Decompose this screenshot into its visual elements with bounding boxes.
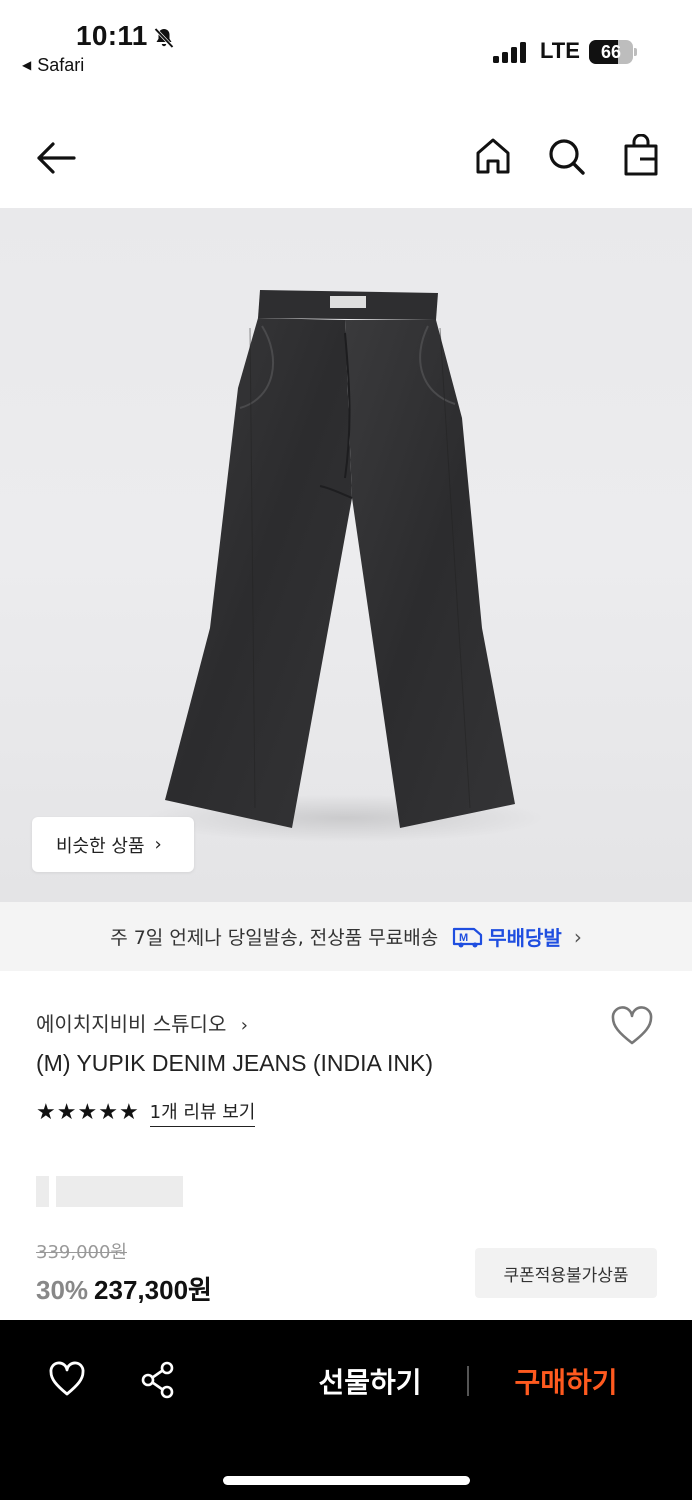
shipping-text: 주 7일 언제나 당일발송, 전상품 무료배송: [110, 927, 439, 949]
chevron-right-icon: ›: [240, 1015, 248, 1036]
shipping-banner[interactable]: 주 7일 언제나 당일발송, 전상품 무료배송 M 무배당발 ›: [0, 902, 692, 971]
gift-button[interactable]: 선물하기: [300, 1360, 440, 1406]
price-row: 30% 237,300원: [36, 1270, 212, 1307]
star-icon: ★: [118, 1099, 139, 1125]
bottom-action-bar: 선물하기 구매하기: [0, 1320, 692, 1500]
discount-rate: 30%: [36, 1275, 89, 1305]
review-link[interactable]: 1개 리뷰 보기: [149, 1098, 256, 1127]
star-icon: ★: [36, 1099, 56, 1125]
home-icon[interactable]: [474, 136, 512, 176]
original-price: 339,000원: [36, 1242, 127, 1263]
loading-placeholder: [56, 1176, 183, 1207]
back-to-app-link[interactable]: ◀ Safari: [22, 55, 84, 76]
star-rating: ★ ★ ★ ★ ★: [36, 1099, 140, 1125]
free-shipping-badge: M 무배당발: [452, 922, 562, 951]
rating-row: ★ ★ ★ ★ ★ 1개 리뷰 보기: [36, 1098, 256, 1127]
share-icon[interactable]: [139, 1360, 177, 1400]
similar-products-button[interactable]: 비슷한 상품 ›: [32, 817, 194, 872]
home-indicator[interactable]: [223, 1476, 470, 1485]
chevron-right-icon: ›: [154, 834, 162, 855]
coupon-unavailable-tag: 쿠폰적용불가상품: [475, 1248, 657, 1298]
free-shipping-label: 무배당발: [488, 926, 562, 950]
network-type: LTE: [540, 38, 580, 63]
buy-button[interactable]: 구매하기: [496, 1360, 636, 1406]
battery-icon: 66: [589, 40, 633, 64]
loading-placeholder: [36, 1176, 49, 1207]
heart-icon[interactable]: [47, 1360, 87, 1400]
truck-m-icon: M: [453, 927, 483, 947]
star-icon: ★: [77, 1099, 98, 1125]
star-icon: ★: [56, 1099, 77, 1125]
jeans-photo: [145, 290, 545, 842]
arrow-left-icon[interactable]: [34, 138, 78, 178]
product-image[interactable]: 비슷한 상품 ›: [0, 208, 692, 902]
bell-muted-icon: [154, 27, 174, 49]
brand-name: 에이치지비비 스튜디오: [36, 1012, 227, 1036]
divider: [467, 1366, 469, 1396]
brand-link[interactable]: 에이치지비비 스튜디오 ›: [36, 1008, 248, 1037]
svg-text:M: M: [459, 932, 468, 944]
product-title: (M) YUPIK DENIM JEANS (INDIA INK): [36, 1050, 434, 1076]
battery-level: 66: [600, 42, 622, 62]
chevron-right-icon: ›: [573, 924, 582, 949]
search-icon[interactable]: [546, 136, 588, 178]
shopping-bag-icon[interactable]: [622, 134, 660, 178]
status-time: 10:11: [76, 20, 148, 51]
back-app-label: Safari: [37, 55, 85, 75]
status-bar: 10:11 ◀ Safari LTE 66: [0, 0, 692, 90]
back-triangle-icon: ◀: [22, 58, 32, 72]
sale-price: 237,300원: [94, 1275, 212, 1305]
similar-products-label: 비슷한 상품: [56, 835, 145, 857]
heart-outline-icon[interactable]: [609, 1005, 655, 1047]
cellular-signal-icon: [493, 41, 527, 63]
star-icon: ★: [98, 1099, 118, 1125]
top-nav: [0, 110, 692, 206]
battery-tip: [634, 48, 637, 56]
